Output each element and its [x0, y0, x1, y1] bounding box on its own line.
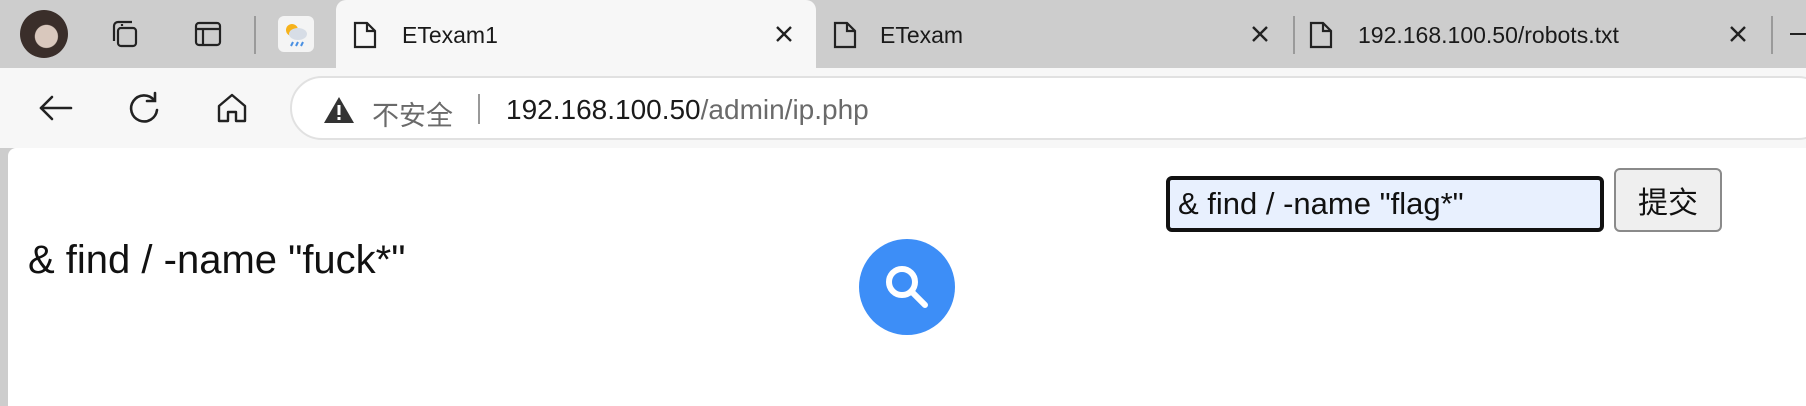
close-icon[interactable] — [1246, 20, 1274, 48]
url-host: 192.168.100.50 — [506, 94, 701, 125]
submit-button[interactable]: 提交 — [1614, 168, 1722, 232]
command-input[interactable] — [1166, 176, 1604, 232]
warning-icon[interactable] — [322, 95, 356, 130]
command-echo-text: & find / -name "fuck*" — [28, 238, 406, 282]
collections-icon[interactable] — [104, 14, 144, 54]
search-icon[interactable] — [859, 239, 955, 335]
tab-separator — [254, 16, 256, 54]
home-icon[interactable] — [210, 86, 254, 130]
url-text[interactable]: 192.168.100.50/admin/ip.php — [506, 94, 869, 126]
page-content: & find / -name "fuck*" 提交 — [8, 148, 1806, 406]
address-toolbar: 不安全 192.168.100.50/admin/ip.php — [0, 68, 1806, 148]
tab-strip: ETexam1 ETexam 192.168.100.50/robots.txt — [0, 0, 1806, 68]
address-divider — [478, 94, 480, 124]
tab-actions-icon[interactable] — [188, 14, 228, 54]
page-icon — [352, 20, 378, 55]
tab-etexam[interactable]: ETexam — [816, 0, 1292, 68]
tab-separator — [1771, 16, 1773, 54]
tab-title: ETexam1 — [402, 22, 498, 48]
page-icon — [1308, 20, 1334, 55]
tab-robots[interactable]: 192.168.100.50/robots.txt — [1294, 0, 1770, 68]
close-icon[interactable] — [1724, 20, 1752, 48]
new-tab-icon[interactable] — [1790, 33, 1806, 35]
tab-etexam1[interactable]: ETexam1 — [336, 0, 816, 68]
address-bar[interactable]: 不安全 192.168.100.50/admin/ip.php — [290, 76, 1806, 140]
page-icon — [832, 20, 858, 55]
url-path: /admin/ip.php — [700, 94, 869, 125]
tab-title: ETexam — [880, 22, 964, 48]
security-label[interactable]: 不安全 — [372, 94, 453, 133]
profile-avatar[interactable] — [20, 10, 68, 58]
back-icon[interactable] — [34, 86, 78, 130]
refresh-icon[interactable] — [122, 86, 166, 130]
close-icon[interactable] — [770, 20, 798, 48]
weather-icon[interactable] — [278, 16, 314, 52]
tab-title: 192.168.100.50/robots.txt — [1358, 22, 1619, 48]
